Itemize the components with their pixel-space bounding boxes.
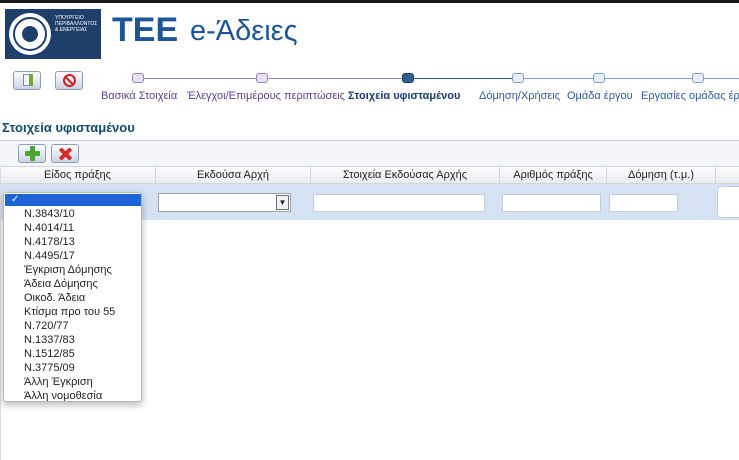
- column-header-authority-details[interactable]: Στοιχεία Εκδούσας Αρχής: [311, 167, 500, 183]
- plus-icon: [25, 146, 40, 161]
- cancel-button[interactable]: [55, 71, 83, 90]
- dropdown-option[interactable]: Οικοδ. Άδεια: [24, 291, 85, 305]
- dropdown-option[interactable]: Έγκριση Δόμησης: [24, 263, 112, 277]
- column-header-area[interactable]: Δόμηση (τ.μ.): [607, 167, 716, 183]
- checklist-icon: [23, 74, 33, 86]
- wizard-connector: [518, 78, 599, 79]
- ministry-logo: ΥΠΟΥΡΓΕΙΟ ΠΕΡΙΒΑΛΛΟΝΤΟΣ & ΕΝΕΡΓΕΙΑΣ: [5, 9, 101, 59]
- step-dot-building[interactable]: [512, 73, 524, 83]
- dropdown-option[interactable]: Ν.3775/09: [24, 361, 75, 375]
- authority-details-input[interactable]: [313, 194, 485, 212]
- wizard-steps: Βασικά Στοιχεία Έλεγχοι/Επιμέρους περιπτ…: [100, 70, 739, 108]
- grid-header: Είδος πράξης Εκδούσα Αρχή Στοιχεία Εκδού…: [0, 166, 739, 184]
- act-number-input[interactable]: [502, 194, 601, 212]
- cancel-icon: [63, 74, 76, 87]
- step-team-work[interactable]: Εργασίες ομάδας έργ: [641, 90, 739, 102]
- dropdown-option[interactable]: Ν.3843/10: [24, 207, 75, 221]
- grid-toolbar: [0, 140, 739, 166]
- act-type-dropdown[interactable]: ✓ Ν.3843/10 Ν.4014/11 Ν.4178/13 Ν.4495/1…: [3, 192, 142, 402]
- section-title: Στοιχεία υφισταμένου: [2, 120, 135, 135]
- brand-app-name: e-Άδειες: [190, 15, 298, 47]
- issuing-authority-select[interactable]: ▼: [158, 193, 291, 212]
- app-header: ΥΠΟΥΡΓΕΙΟ ΠΕΡΙΒΑΛΛΟΝΤΟΣ & ΕΝΕΡΓΕΙΑΣ ΤΕΕ …: [0, 3, 739, 65]
- grid-left-border: [0, 166, 1, 460]
- step-checks[interactable]: Έλεγχοι/Επιμέρους περιπτώσεις: [187, 90, 345, 102]
- wizard-connector: [704, 78, 739, 79]
- dropdown-option[interactable]: Ν.4014/11: [24, 221, 74, 235]
- dropdown-option[interactable]: Άδεια Δόμησης: [24, 277, 98, 291]
- step-building[interactable]: Δόμηση/Χρήσεις: [479, 90, 560, 102]
- wizard-connector: [414, 78, 512, 79]
- dropdown-option[interactable]: Ν.720/77: [24, 319, 69, 333]
- chevron-down-icon[interactable]: ▼: [276, 195, 289, 210]
- dropdown-option[interactable]: Άλλη Έγκριση: [24, 375, 93, 389]
- dropdown-option-selected[interactable]: ✓: [5, 194, 141, 206]
- step-dot-team-work[interactable]: [692, 73, 704, 83]
- checkmark-icon: ✓: [11, 194, 20, 205]
- step-dot-basic[interactable]: [132, 73, 144, 83]
- ministry-line: & ΕΝΕΡΓΕΙΑΣ: [55, 27, 88, 33]
- wizard-connector: [268, 78, 402, 79]
- step-dot-team[interactable]: [593, 73, 605, 83]
- dropdown-option[interactable]: Άλλη νομοθεσία: [24, 389, 102, 401]
- add-row-button[interactable]: [18, 144, 46, 163]
- dropdown-option[interactable]: Ν.4178/13: [24, 235, 75, 249]
- dropdown-option[interactable]: Ν.1512/85: [24, 347, 75, 361]
- column-header-act-number[interactable]: Αριθμός πράξης: [500, 167, 607, 183]
- step-team[interactable]: Ομάδα έργου: [567, 90, 633, 102]
- checklist-button[interactable]: [13, 71, 41, 90]
- wizard-connector: [599, 78, 693, 79]
- brand-tee: ΤΕΕ: [112, 11, 179, 49]
- step-dot-checks[interactable]: [256, 73, 268, 83]
- column-header-issuing-authority[interactable]: Εκδούσα Αρχή: [156, 167, 311, 183]
- step-existing[interactable]: Στοιχεία υφισταμένου: [348, 90, 460, 102]
- dropdown-option[interactable]: Κτίσμα προ του 55: [24, 305, 115, 319]
- area-input[interactable]: [609, 194, 678, 212]
- row-extra-field[interactable]: [717, 186, 739, 218]
- step-basic[interactable]: Βασικά Στοιχεία: [101, 90, 177, 102]
- ministry-emblem-icon: [9, 13, 51, 55]
- delete-row-button[interactable]: [51, 144, 79, 163]
- column-header-act-type[interactable]: Είδος πράξης: [0, 167, 156, 183]
- delete-x-icon: [58, 146, 73, 161]
- dropdown-option[interactable]: Ν.4495/17: [24, 249, 75, 263]
- dropdown-option[interactable]: Ν.1337/83: [24, 333, 75, 347]
- wizard-connector: [144, 78, 262, 79]
- step-dot-existing[interactable]: [402, 73, 414, 83]
- ministry-name: ΥΠΟΥΡΓΕΙΟ ΠΕΡΙΒΑΛΛΟΝΤΟΣ & ΕΝΕΡΓΕΙΑΣ: [55, 15, 99, 33]
